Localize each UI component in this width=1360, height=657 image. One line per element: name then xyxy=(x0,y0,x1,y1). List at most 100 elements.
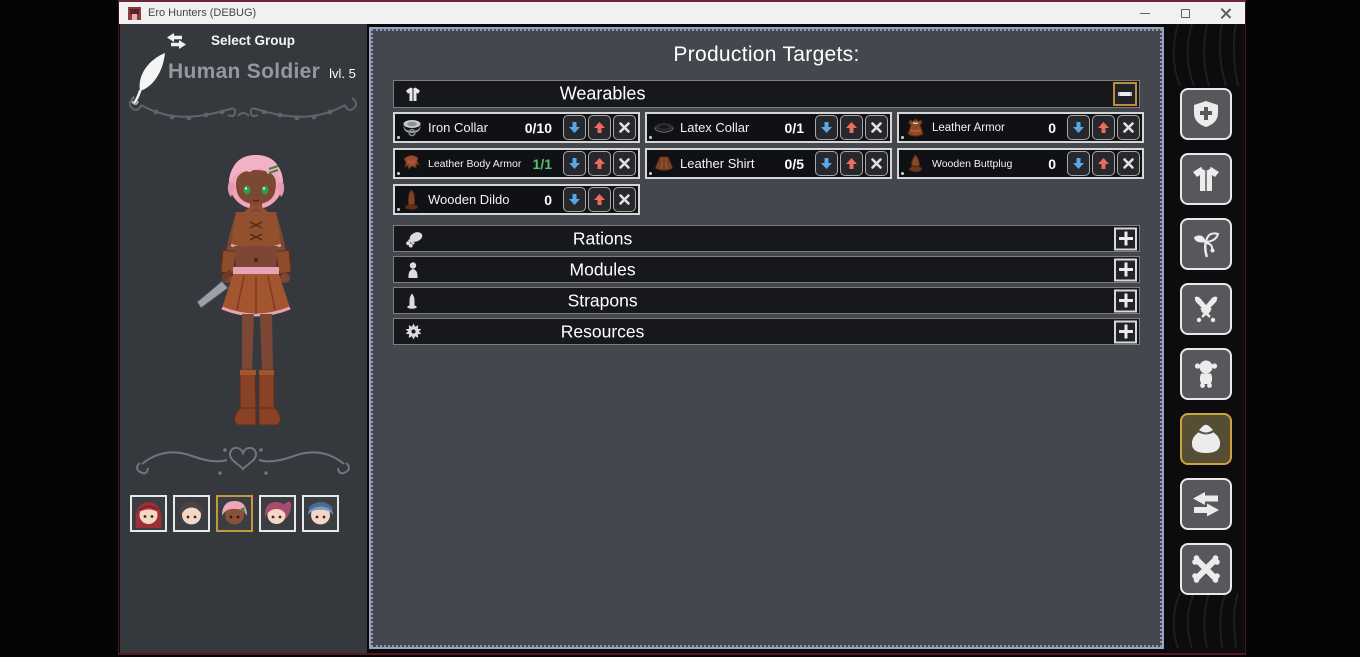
item-count: 0 xyxy=(1048,120,1056,136)
wearables-item-grid: Iron Collar 0/10 xyxy=(393,112,1140,215)
increase-button[interactable] xyxy=(1092,151,1115,176)
arrow-down-icon xyxy=(568,121,581,134)
swap-arrows-icon xyxy=(1191,489,1221,519)
decrease-button[interactable] xyxy=(563,151,586,176)
arrow-down-icon xyxy=(568,157,581,170)
portrait-dark-hair[interactable] xyxy=(173,495,210,532)
decrease-button[interactable] xyxy=(1067,115,1090,140)
close-icon xyxy=(1220,8,1231,19)
decrease-button[interactable] xyxy=(1067,151,1090,176)
group-panel: Select Group Human Soldier lvl. 5 xyxy=(120,24,367,653)
arrow-up-icon xyxy=(845,157,858,170)
expand-button[interactable] xyxy=(1114,258,1137,281)
combat-button[interactable] xyxy=(1180,283,1232,335)
expand-button[interactable] xyxy=(1114,320,1137,343)
resources-icon xyxy=(405,323,422,340)
increase-button[interactable] xyxy=(588,115,611,140)
plants-button[interactable] xyxy=(1180,218,1232,270)
item-iron-collar: Iron Collar 0/10 xyxy=(393,112,640,143)
group-level: lvl. 5 xyxy=(329,66,356,81)
increase-button[interactable] xyxy=(840,151,863,176)
increase-button[interactable] xyxy=(588,151,611,176)
section-rations[interactable]: Rations xyxy=(393,225,1140,252)
maximize-button[interactable] xyxy=(1165,2,1205,24)
collapse-button[interactable] xyxy=(1113,82,1137,106)
item-count: 1/1 xyxy=(533,156,552,172)
plus-icon xyxy=(1118,262,1134,278)
arrow-up-icon xyxy=(845,121,858,134)
wardrobe-button[interactable] xyxy=(1180,153,1232,205)
production-button[interactable] xyxy=(1180,413,1232,465)
dismiss-button[interactable] xyxy=(1180,543,1232,595)
iron-collar-icon xyxy=(400,118,423,137)
wooden-dildo-icon xyxy=(400,189,423,210)
section-resources[interactable]: Resources xyxy=(393,318,1140,345)
decrease-button[interactable] xyxy=(563,187,586,212)
leather-shirt-icon xyxy=(652,154,675,173)
transfer-button[interactable] xyxy=(1180,478,1232,530)
strapons-icon xyxy=(405,292,419,309)
section-strapons[interactable]: Strapons xyxy=(393,287,1140,314)
remove-button[interactable] xyxy=(613,187,636,212)
portrait-pink-hair[interactable] xyxy=(216,495,253,532)
arrow-up-icon xyxy=(593,157,606,170)
arrow-down-icon xyxy=(1072,121,1085,134)
remove-button[interactable] xyxy=(613,115,636,140)
leather-body-armor-icon xyxy=(400,154,423,173)
arrow-down-icon xyxy=(820,121,833,134)
minus-icon xyxy=(1117,86,1133,102)
rations-icon xyxy=(405,230,423,247)
remove-button[interactable] xyxy=(1117,115,1140,140)
plus-icon xyxy=(1118,231,1134,247)
portrait-magenta-ponytail[interactable] xyxy=(259,495,296,532)
item-name: Wooden Dildo xyxy=(428,192,509,207)
expand-button[interactable] xyxy=(1114,227,1137,250)
item-wooden-buttplug: Wooden Buttplug 0 xyxy=(897,148,1144,179)
close-button[interactable] xyxy=(1205,2,1245,24)
decrease-button[interactable] xyxy=(815,151,838,176)
plus-icon xyxy=(1118,293,1134,309)
item-name: Leather Shirt xyxy=(680,156,754,171)
expand-button[interactable] xyxy=(1114,289,1137,312)
increase-button[interactable] xyxy=(588,187,611,212)
minimize-button[interactable] xyxy=(1125,2,1165,24)
defense-button[interactable] xyxy=(1180,88,1232,140)
flower-icon xyxy=(1191,229,1221,259)
increase-button[interactable] xyxy=(840,115,863,140)
section-label: Strapons xyxy=(568,290,638,311)
item-count: 0/10 xyxy=(525,120,552,136)
modules-icon xyxy=(405,261,421,278)
section-label: Resources xyxy=(561,321,645,342)
group-name: Human Soldier xyxy=(168,60,320,84)
remove-button[interactable] xyxy=(1117,151,1140,176)
window-title: Ero Hunters (DEBUG) xyxy=(148,7,256,19)
x-icon xyxy=(1122,157,1135,170)
section-wearables[interactable]: Wearables xyxy=(393,80,1140,108)
remove-button[interactable] xyxy=(865,151,888,176)
maximize-icon xyxy=(1181,9,1190,18)
x-icon xyxy=(870,157,883,170)
group-header: Human Soldier lvl. 5 xyxy=(168,60,356,84)
decrease-button[interactable] xyxy=(815,115,838,140)
portrait-red-hair[interactable] xyxy=(130,495,167,532)
item-wooden-dildo: Wooden Dildo 0 xyxy=(393,184,640,215)
remove-button[interactable] xyxy=(865,115,888,140)
increase-button[interactable] xyxy=(1092,115,1115,140)
decrease-button[interactable] xyxy=(563,115,586,140)
plus-icon xyxy=(1118,324,1134,340)
item-name: Iron Collar xyxy=(428,120,488,135)
arrow-down-icon xyxy=(820,157,833,170)
app-icon xyxy=(128,7,141,20)
remove-button[interactable] xyxy=(613,151,636,176)
portrait-row xyxy=(130,495,339,532)
portrait-blue-bandana[interactable] xyxy=(302,495,339,532)
minimize-icon xyxy=(1140,13,1150,14)
shirt-icon xyxy=(1191,164,1221,194)
arrow-up-icon xyxy=(593,193,606,206)
breeding-button[interactable] xyxy=(1180,348,1232,400)
leather-armor-icon xyxy=(904,118,927,138)
item-leather-body-armor: Leather Body Armor 1/1 xyxy=(393,148,640,179)
shirt-icon xyxy=(405,86,421,102)
section-modules[interactable]: Modules xyxy=(393,256,1140,283)
select-group-label[interactable]: Select Group xyxy=(211,33,295,48)
